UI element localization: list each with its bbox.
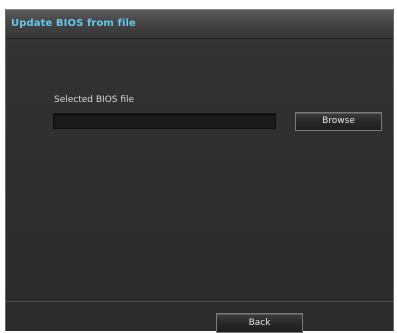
dialog-title-bar: Update BIOS from file xyxy=(6,9,393,39)
update-bios-dialog: Update BIOS from file Selected BIOS file… xyxy=(5,9,394,333)
footer-divider xyxy=(6,301,393,302)
selected-bios-file-label: Selected BIOS file xyxy=(54,95,135,105)
back-button[interactable]: Back xyxy=(216,313,303,333)
browse-button[interactable]: Browse xyxy=(295,112,382,131)
selected-bios-file-field[interactable] xyxy=(53,113,276,129)
dialog-title: Update BIOS from file xyxy=(11,18,136,29)
